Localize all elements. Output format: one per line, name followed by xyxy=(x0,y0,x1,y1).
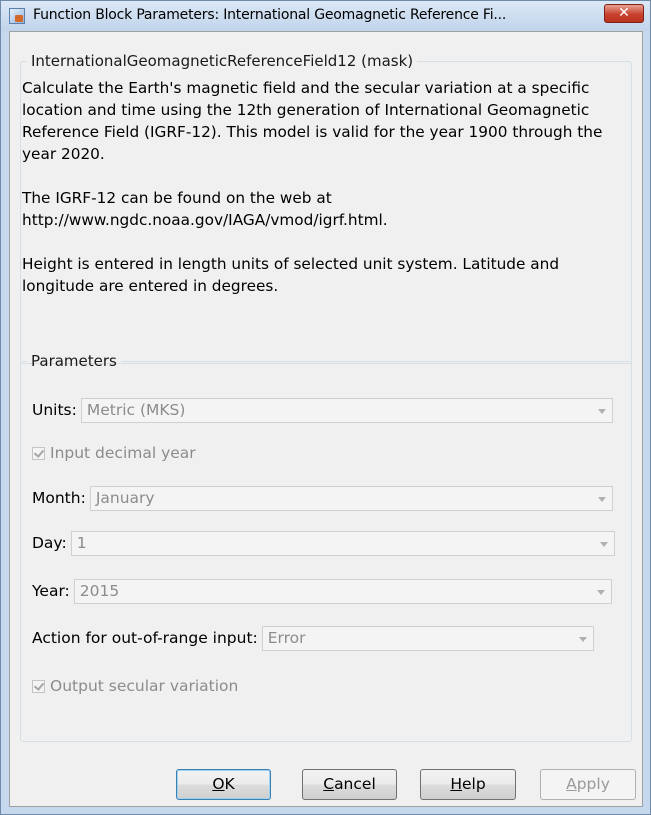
ok-label: K xyxy=(224,775,235,793)
day-label: Day: xyxy=(32,534,67,552)
output-secular-variation-label: Output secular variation xyxy=(50,677,239,695)
chevron-down-icon xyxy=(578,636,587,642)
ok-mnemonic: O xyxy=(212,775,225,793)
output-secular-variation-checkbox[interactable] xyxy=(32,679,45,693)
dialog-window: Function Block Parameters: International… xyxy=(0,0,651,815)
action-label: Action for out-of-range input: xyxy=(32,629,258,647)
title-bar[interactable]: Function Block Parameters: International… xyxy=(1,1,650,31)
chevron-down-icon xyxy=(597,408,606,414)
input-decimal-year-label: Input decimal year xyxy=(50,444,196,462)
input-decimal-year-checkbox[interactable] xyxy=(32,446,45,460)
year-row: Year: 2015 xyxy=(32,578,612,604)
mask-description-title: InternationalGeomagneticReferenceField12… xyxy=(31,52,414,70)
day-row: Day: 1 xyxy=(32,530,615,556)
parameters-title: Parameters xyxy=(31,352,117,370)
help-label: elp xyxy=(461,775,486,793)
action-value: Error xyxy=(267,628,306,647)
output-secular-variation-row[interactable]: Output secular variation xyxy=(32,673,238,699)
cancel-label: ancel xyxy=(334,775,376,793)
help-mnemonic: H xyxy=(450,775,462,793)
ok-button[interactable]: OK xyxy=(176,769,271,800)
month-dropdown[interactable]: January xyxy=(89,485,613,511)
window-title: Function Block Parameters: International… xyxy=(33,7,507,23)
dialog-client-area: InternationalGeomagneticReferenceField12… xyxy=(9,31,643,807)
cancel-button[interactable]: Cancel xyxy=(302,769,397,800)
month-row: Month: January xyxy=(32,485,613,511)
chevron-down-icon xyxy=(597,496,606,502)
apply-label: pply xyxy=(576,775,610,793)
units-value: Metric (MKS) xyxy=(86,400,186,419)
year-dropdown[interactable]: 2015 xyxy=(73,578,612,604)
close-button[interactable]: ✕ xyxy=(604,4,644,23)
day-value: 1 xyxy=(76,533,87,552)
cancel-mnemonic: C xyxy=(323,775,335,793)
help-button[interactable]: Help xyxy=(420,769,516,800)
description-paragraph: Height is entered in length units of sel… xyxy=(22,255,560,295)
day-dropdown[interactable]: 1 xyxy=(70,530,615,556)
apply-button[interactable]: Apply xyxy=(540,769,636,800)
month-label: Month: xyxy=(32,489,86,507)
mask-description-text: Calculate the Earth's magnetic field and… xyxy=(22,77,622,319)
apply-mnemonic: A xyxy=(566,775,577,793)
month-value: January xyxy=(95,488,155,507)
simulink-block-icon xyxy=(9,8,25,24)
year-value: 2015 xyxy=(79,581,120,600)
chevron-down-icon xyxy=(596,589,605,595)
units-row: Units: Metric (MKS) xyxy=(32,397,613,423)
description-paragraph: Calculate the Earth's magnetic field and… xyxy=(22,79,603,163)
close-icon: ✕ xyxy=(618,5,630,21)
chevron-down-icon xyxy=(599,541,608,547)
units-dropdown[interactable]: Metric (MKS) xyxy=(80,397,613,423)
description-paragraph: The IGRF-12 can be found on the web at h… xyxy=(22,189,388,229)
units-label: Units: xyxy=(32,401,77,419)
year-label: Year: xyxy=(32,582,70,600)
action-dropdown[interactable]: Error xyxy=(261,625,594,651)
action-row: Action for out-of-range input: Error xyxy=(32,625,594,651)
input-decimal-year-row[interactable]: Input decimal year xyxy=(32,440,196,466)
